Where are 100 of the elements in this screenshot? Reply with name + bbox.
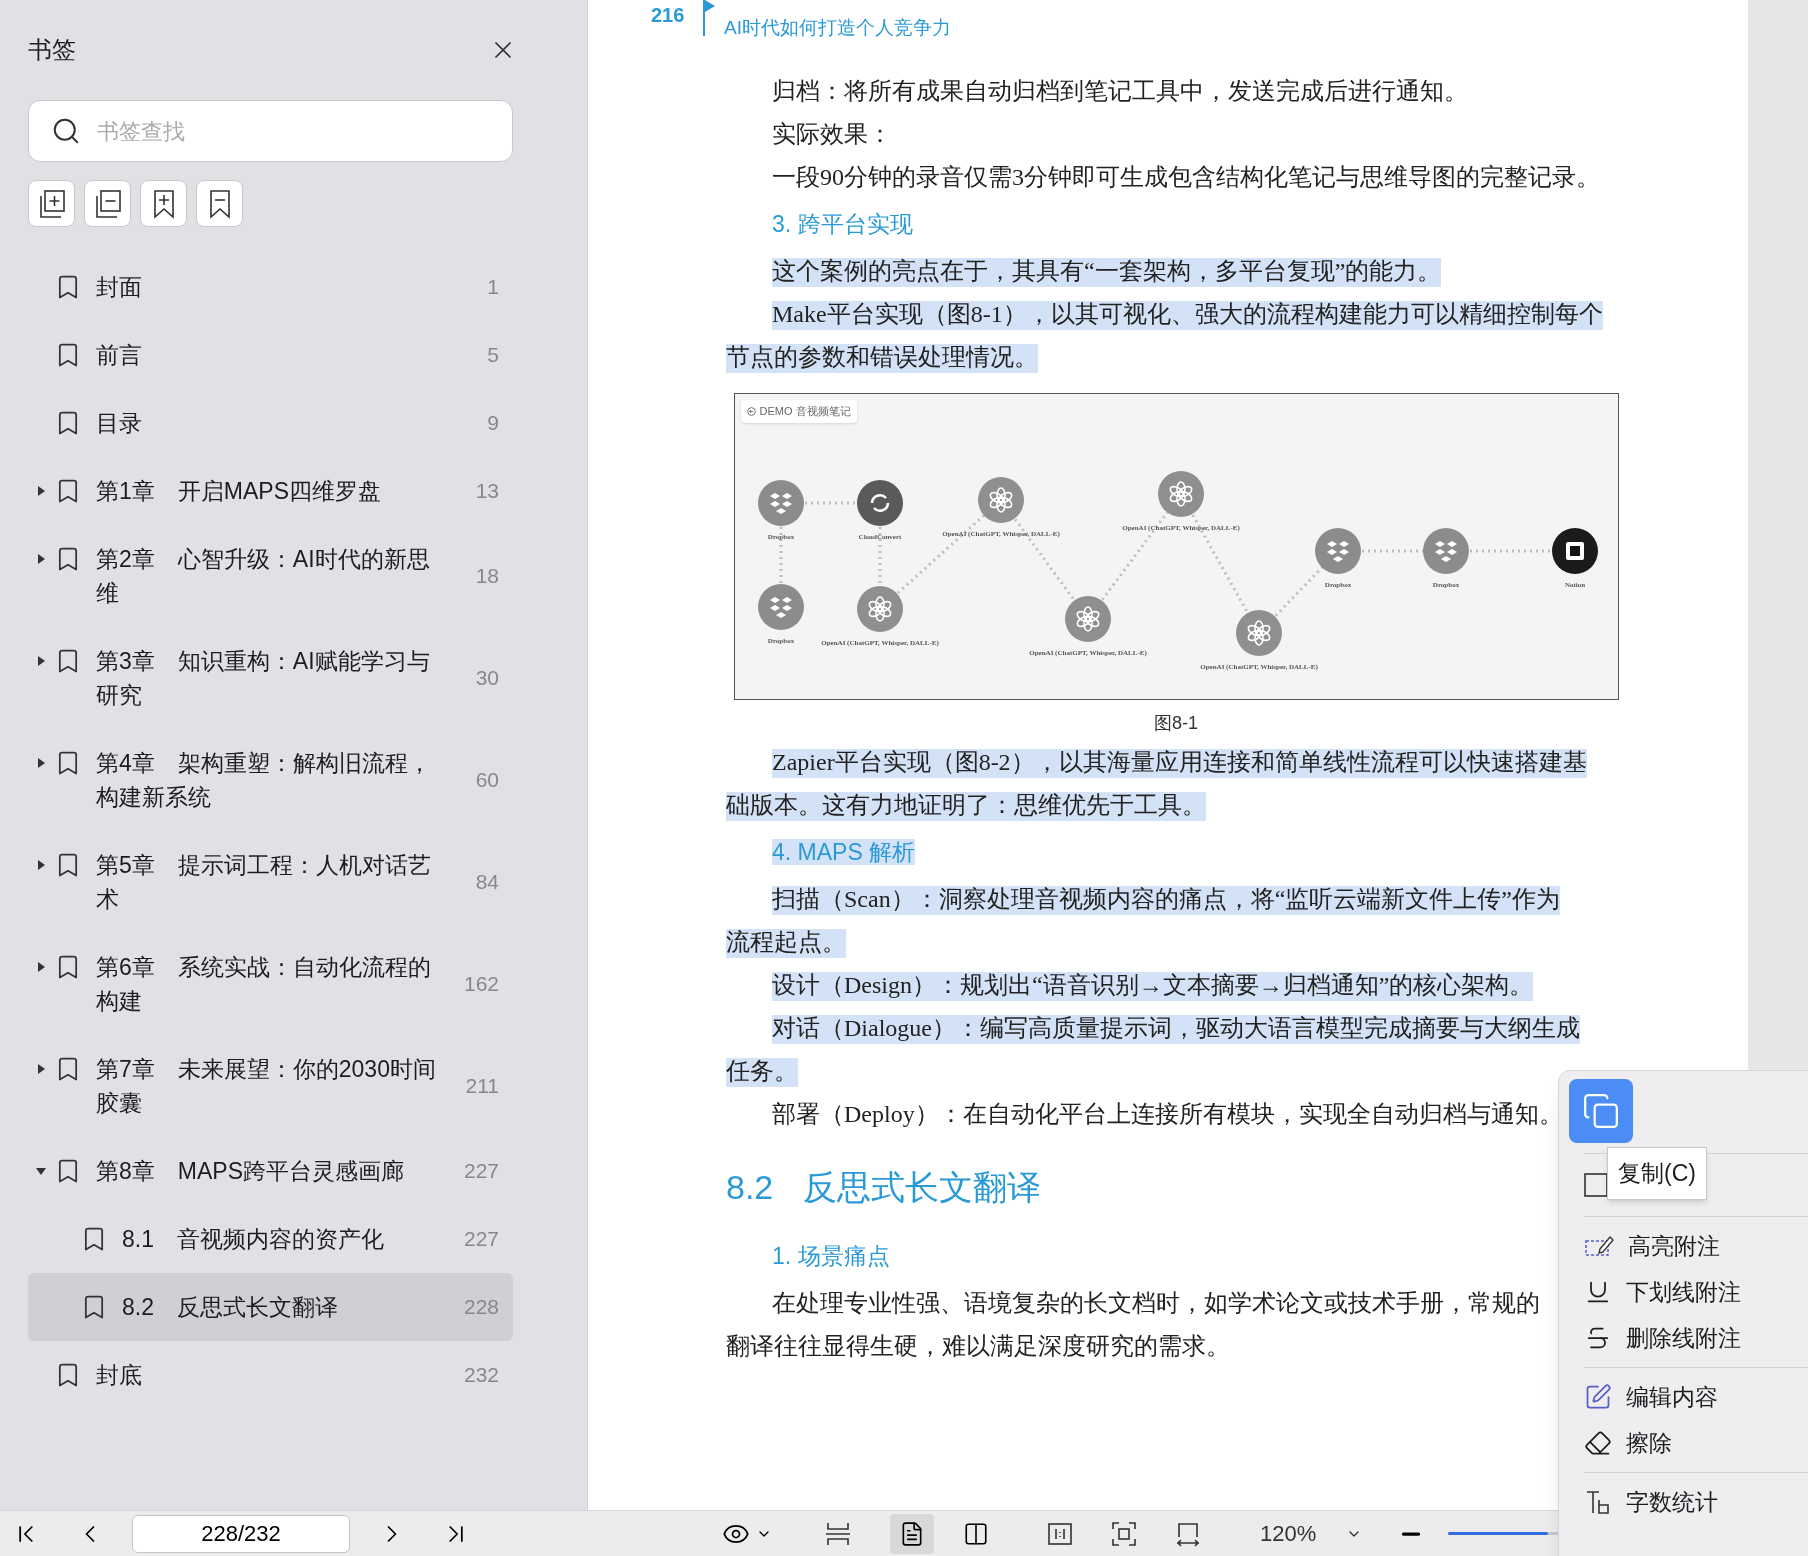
highlight-icon — [1584, 1233, 1614, 1259]
page-number: 1 — [487, 274, 499, 301]
section-heading: 4. MAPS 解析 — [772, 839, 916, 865]
paragraph: 一段90分钟的录音仅需3分钟即可生成包含结构化笔记与思维导图的完整记录。 — [771, 163, 1600, 192]
workflow-node — [856, 480, 903, 526]
page-number: 9 — [487, 410, 499, 437]
bookmark-item[interactable]: 第4章 架构重塑：解构旧流程，构建新系统 60 — [28, 729, 513, 831]
collapsed-triangle-icon[interactable] — [36, 758, 46, 768]
page-number: 60 — [475, 767, 499, 794]
page-number: 227 — [463, 1158, 499, 1185]
paragraph: 扫描（Scan）：洞察处理音视频内容的痛点，将“监听云端新文件上传”作为 流程起点。 — [726, 878, 1560, 964]
bookmark-item[interactable]: 封底 232 — [28, 1341, 513, 1409]
running-page-number: 216 — [651, 3, 686, 28]
expanded-triangle-icon[interactable] — [36, 1166, 46, 1176]
paragraph: 对话（Dialogue）：编写高质量提示词，驱动大语言模型完成摘要与大纲生成 任务。 — [726, 1007, 1580, 1093]
page-number: 211 — [465, 1073, 499, 1100]
bookmark-label: 第8章 MAPS跨平台灵感画廊 — [96, 1157, 405, 1186]
toolbar-button[interactable] — [84, 180, 131, 227]
toolbar-button[interactable] — [196, 180, 243, 227]
single-page-button[interactable] — [890, 1513, 934, 1554]
bookmark-item[interactable]: 8.1 音视频内容的资产化 227 — [28, 1205, 513, 1273]
bookmark-label: 第7章 未来展望：你的2030时间胶囊 — [96, 1055, 437, 1118]
bookmark-item[interactable]: 前言 5 — [28, 321, 513, 389]
bookmark-label: 8.2 反思式长文翻译 — [122, 1293, 339, 1322]
bookmark-label: 第6章 系统实战：自动化流程的构建 — [96, 953, 432, 1016]
collapsed-triangle-icon[interactable] — [36, 1064, 46, 1074]
word-count-icon — [1584, 1488, 1612, 1516]
page-number: 162 — [463, 971, 499, 998]
running-chapter-title: AI时代如何打造个人竞争力 — [724, 16, 951, 40]
section-heading: 3. 跨平台实现 — [772, 211, 913, 237]
bookmark-item[interactable]: 封面 1 — [28, 253, 513, 321]
bookmark-label: 封面 — [96, 273, 143, 302]
workflow-node — [1314, 528, 1361, 574]
back-arrow-icon — [746, 406, 756, 416]
zoom-dropdown[interactable]: 120% — [1260, 1517, 1363, 1550]
workflow-node — [757, 584, 804, 630]
search-icon — [51, 116, 81, 146]
toolbar-button[interactable] — [140, 180, 187, 227]
workflow-node — [1551, 528, 1598, 574]
menu-item[interactable]: 删除线附注 — [1584, 1315, 1808, 1361]
section-title: 反思式长文翻译 — [803, 1167, 1042, 1208]
menu-item[interactable]: 高亮附注 — [1584, 1223, 1808, 1269]
page-number: 13 — [475, 478, 499, 505]
menu-item[interactable]: 擦除 — [1584, 1420, 1808, 1466]
tooltip: 复制(C) — [1607, 1147, 1707, 1200]
paragraph: Zapier平台实现（图8-2），以其海量应用连接和简单线性流程可以快速搭建基 础版本。这有力地证明了：思维优先于工具。 — [726, 741, 1587, 827]
collapsed-triangle-icon[interactable] — [36, 554, 46, 564]
collapsed-triangle-icon[interactable] — [36, 962, 46, 972]
eraser-icon — [1584, 1429, 1612, 1457]
workflow-title: DEMO 音视频笔记 — [759, 404, 851, 419]
workflow-node — [1422, 528, 1469, 574]
page-number: 228 — [463, 1294, 499, 1321]
zoom-slider-fill[interactable] — [1448, 1532, 1549, 1535]
copy-icon — [1582, 1092, 1620, 1130]
page-number: 227 — [463, 1226, 499, 1253]
workflow-node — [977, 477, 1024, 523]
actual-size-icon — [1047, 1520, 1073, 1547]
section-number: 8.2 — [726, 1167, 774, 1208]
page-number: 30 — [475, 665, 499, 692]
collapsed-triangle-icon[interactable] — [36, 486, 46, 496]
bookmark-item[interactable]: 第3章 知识重构：AI赋能学习与研究 30 — [28, 627, 513, 729]
bookmark-item[interactable]: 8.2 反思式长文翻译 228 — [28, 1273, 513, 1341]
search-field[interactable]: 书签查找 — [28, 100, 513, 162]
paragraph: 在处理专业性强、语境复杂的长文档时，如学术论文或技术手册，常规的 翻译往往显得生硬，难以满足深度研究的需求。 — [726, 1289, 1540, 1361]
flag-icon — [702, 0, 716, 36]
paragraph: 部署（Deploy）：在自动化平台上连接所有模块，实现全自动归档与通知。 — [771, 1100, 1563, 1129]
bookmark-label: 第4章 架构重塑：解构旧流程，构建新系统 — [96, 749, 432, 812]
menu-item[interactable]: 下划线附注 — [1584, 1269, 1808, 1315]
bookmark-item[interactable]: 第7章 未来展望：你的2030时间胶囊 211 — [28, 1035, 513, 1137]
copy-button[interactable] — [1569, 1079, 1633, 1143]
workflow-node — [1157, 471, 1204, 517]
bookmark-item[interactable]: 第8章 MAPS跨平台灵感画廊 227 — [28, 1137, 513, 1205]
page-field[interactable]: 228/232 — [132, 1514, 350, 1553]
bookmark-item[interactable]: 第6章 系统实战：自动化流程的构建 162 — [28, 933, 513, 1035]
paragraph: 归档：将所有成果自动归档到笔记工具中，发送完成后进行通知。 — [771, 77, 1468, 106]
workflow-node — [757, 480, 804, 526]
search-input[interactable]: 书签查找 — [97, 114, 490, 148]
bookmark-item[interactable]: 第5章 提示词工程：人机对话艺术 84 — [28, 831, 513, 933]
bookmark-label: 目录 — [96, 409, 143, 438]
section-heading: 1. 场景痛点 — [772, 1243, 890, 1269]
workflow-node — [1064, 596, 1111, 642]
bookmark-item[interactable]: 第2章 心智升级：AI时代的新思维 18 — [28, 525, 513, 627]
menu-item[interactable]: 编辑内容 — [1584, 1374, 1808, 1420]
menu-item[interactable]: 字数统计 — [1584, 1479, 1808, 1525]
collapsed-triangle-icon[interactable] — [36, 656, 46, 666]
bookmark-label: 第3章 知识重构：AI赋能学习与研究 — [96, 647, 431, 710]
paragraph: 实际效果： — [771, 120, 892, 149]
bookmark-item[interactable]: 目录 9 — [28, 389, 513, 457]
rectangle-icon — [1584, 1171, 1610, 1199]
bookmark-label: 第1章 开启MAPS四维罗盘 — [96, 477, 382, 506]
toolbar-button[interactable] — [28, 180, 75, 227]
figure-caption: 图8-1 — [1154, 712, 1198, 735]
bookmark-label: 8.1 音视频内容的资产化 — [122, 1225, 385, 1254]
bookmark-label: 第2章 心智升级：AI时代的新思维 — [96, 545, 431, 608]
page-number: 232 — [463, 1362, 499, 1389]
collapsed-triangle-icon[interactable] — [36, 860, 46, 870]
workflow-node — [1235, 610, 1282, 656]
page-number: 5 — [487, 342, 499, 369]
bookmark-item[interactable]: 第1章 开启MAPS四维罗盘 13 — [28, 457, 513, 525]
bookmark-label: 前言 — [96, 341, 143, 370]
